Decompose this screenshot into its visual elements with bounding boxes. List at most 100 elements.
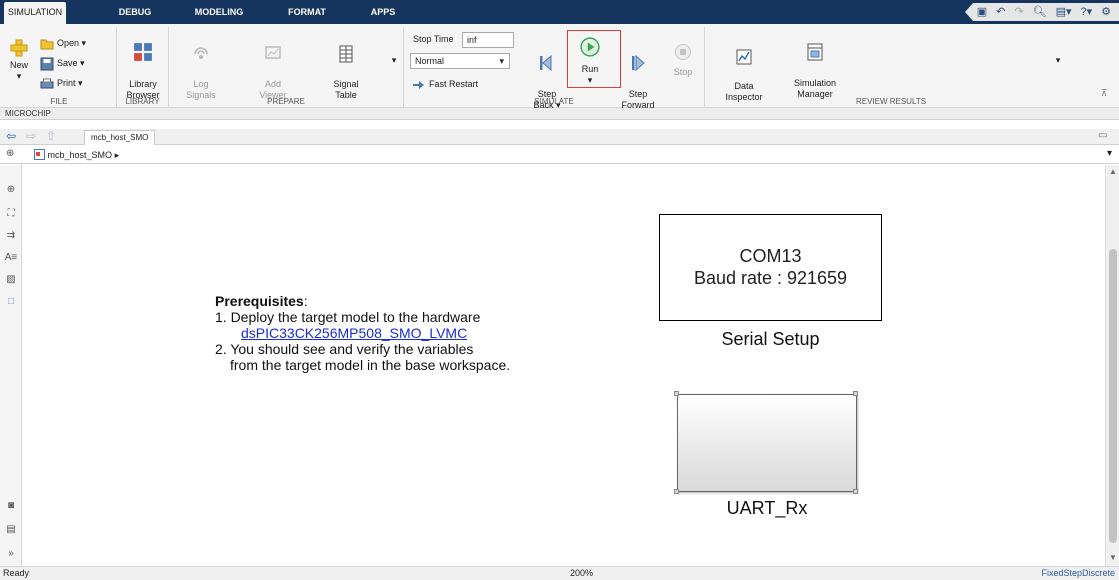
fast-restart-button[interactable]: Fast Restart	[412, 77, 478, 91]
data-inspector-button[interactable]: Data Inspector	[721, 37, 767, 103]
ribbon: New ▾ Open ▾ Save ▾ Print ▾ FILE Library …	[0, 24, 1119, 110]
arrow-direction-icon[interactable]: ⇉	[4, 229, 18, 243]
toolstrip-tab-bar: SIMULATION DEBUG MODELING FORMAT APPS ▣ …	[0, 0, 1119, 24]
group-label-simulate: SIMULATE	[534, 97, 574, 106]
fit-to-view-icon[interactable]: ⛶	[4, 207, 18, 221]
new-icon	[10, 39, 28, 57]
search-icon[interactable]: 🔍︎	[1033, 3, 1047, 21]
log-signals-icon	[194, 47, 208, 59]
save-icon	[40, 57, 54, 71]
property-inspector-icon[interactable]: ▤	[4, 523, 18, 537]
prerequisite-step-2: 2. You should see and verify the variabl…	[215, 341, 474, 357]
simulation-manager-button[interactable]: Simulation Manager	[787, 32, 843, 100]
group-simulate: Stop Time inf Normal ▾ Fast Restart Step…	[404, 27, 705, 110]
up-arrow-icon[interactable]: ⇧	[46, 129, 56, 144]
area-icon[interactable]: □	[4, 295, 18, 309]
model-icon	[34, 149, 45, 160]
log-signals-button[interactable]: Log Signals	[183, 34, 219, 101]
zoom-icon[interactable]: ⊕	[4, 183, 18, 197]
target-model-link[interactable]: dsPIC33CK256MP508_SMO_LVMC	[241, 325, 467, 341]
group-file: New ▾ Open ▾ Save ▾ Print ▾ FILE	[2, 27, 117, 107]
simulation-manager-icon	[807, 43, 823, 61]
baud-rate: Baud rate : 921659	[693, 268, 848, 288]
stop-time-input[interactable]: inf	[462, 32, 514, 48]
save-icon[interactable]: ▣	[977, 3, 987, 21]
quick-access-toolbar: ▣ ↶ ↷ 🔍︎ ▤▾ ?▾ ⚙	[964, 3, 1119, 21]
step-back-icon	[540, 54, 552, 72]
tab-apps[interactable]: APPS	[365, 0, 401, 24]
stop-icon	[675, 44, 691, 60]
microchip-toolbar: MICROCHIP	[0, 108, 1119, 120]
breadcrumb-bar: ⊕ mcb_host_SMO ▸ ▾	[0, 147, 1119, 164]
tab-debug[interactable]: DEBUG	[112, 0, 158, 24]
settings-icon[interactable]: ⚙	[1101, 3, 1111, 21]
print-icon	[40, 78, 54, 89]
new-button[interactable]: New ▾	[6, 39, 32, 82]
back-arrow-icon[interactable]: ⇦	[6, 129, 16, 144]
expand-palette-icon[interactable]: »	[4, 547, 18, 561]
group-library: Library Browser LIBRARY	[117, 27, 169, 107]
resize-handle[interactable]	[853, 391, 858, 396]
review-gallery-dropdown[interactable]: ▾	[1053, 55, 1063, 66]
canvas-palette: ⊕ ⛶ ⇉ A≡ ▨ □ ◙ ▤ »	[0, 165, 22, 566]
step-forward-icon	[632, 54, 645, 72]
simulation-mode-select[interactable]: Normal ▾	[410, 53, 510, 69]
resize-handle[interactable]	[853, 489, 858, 494]
serial-port: COM13	[739, 246, 802, 266]
stop-time-label: Stop Time	[413, 34, 454, 44]
undo-icon[interactable]: ↶	[996, 3, 1005, 21]
group-label-library: LIBRARY	[125, 97, 160, 106]
status-bar: Ready 200% FixedStepDiscrete	[0, 566, 1119, 580]
signal-table-button[interactable]: Signal Table	[326, 34, 366, 101]
breadcrumb-dropdown-icon[interactable]: ▾	[1107, 148, 1112, 159]
group-prepare: Log Signals Add Viewer Signal Table ▾ PR…	[169, 27, 404, 107]
group-label-prepare: PREPARE	[267, 97, 305, 106]
run-button-highlight	[567, 30, 621, 88]
redo-icon[interactable]: ↷	[1014, 3, 1023, 21]
vertical-scrollbar[interactable]: ▲ ▼	[1105, 165, 1119, 566]
resize-handle[interactable]	[674, 489, 679, 494]
solver-link[interactable]: FixedStepDiscrete	[1041, 567, 1115, 580]
serial-setup-label: Serial Setup	[721, 329, 820, 349]
group-label-file: FILE	[50, 97, 68, 106]
scrollbar-thumb[interactable]	[1109, 249, 1117, 543]
prerequisites-title: Prerequisites	[215, 293, 304, 309]
model-canvas[interactable]	[23, 165, 1105, 566]
tab-modeling[interactable]: MODELING	[188, 0, 250, 24]
annotation-icon[interactable]: A≡	[4, 251, 18, 265]
stop-button[interactable]: Stop	[669, 43, 697, 78]
data-inspector-icon	[736, 49, 752, 65]
breadcrumb: mcb_host_SMO ▸	[34, 148, 1110, 162]
tab-list-icon[interactable]: ▭	[1098, 130, 1107, 141]
forward-arrow-icon[interactable]: ⇨	[26, 129, 36, 144]
view-options-icon[interactable]: ▤▾	[1056, 3, 1072, 21]
scroll-up-icon[interactable]: ▲	[1109, 167, 1117, 176]
library-browser-button[interactable]: Library Browser	[120, 31, 166, 101]
table-icon	[339, 45, 353, 63]
breadcrumb-arrow-icon[interactable]: ▸	[115, 150, 120, 160]
add-viewer-button[interactable]: Add Viewer	[255, 34, 291, 101]
screenshot-icon[interactable]: ◙	[4, 499, 18, 513]
model-browser-toggle-icon[interactable]: ⊕	[6, 148, 14, 159]
resize-handle[interactable]	[674, 391, 679, 396]
image-icon[interactable]: ▨	[4, 273, 18, 287]
fast-restart-icon	[413, 80, 424, 89]
tab-simulation[interactable]: SIMULATION	[4, 2, 66, 24]
tab-model-mcb-host-smo[interactable]: mcb_host_SMO	[84, 130, 156, 145]
prepare-gallery-dropdown[interactable]: ▾	[389, 55, 399, 66]
breadcrumb-item-model[interactable]: mcb_host_SMO	[48, 150, 113, 160]
uart-rx-block[interactable]	[677, 394, 857, 492]
status-text: Ready	[3, 568, 30, 578]
open-button[interactable]: Open ▾	[40, 36, 86, 50]
tab-format[interactable]: FORMAT	[281, 0, 333, 24]
group-label-review-results: REVIEW RESULTS	[855, 97, 927, 106]
zoom-level: 200%	[570, 568, 594, 578]
scroll-down-icon[interactable]: ▼	[1109, 553, 1117, 562]
help-icon[interactable]: ?▾	[1080, 3, 1092, 21]
chevron-down-icon: ▾	[499, 56, 504, 66]
collapse-ribbon-icon[interactable]: ⊼	[1097, 88, 1111, 99]
serial-setup-block[interactable]: COM13 Baud rate : 921659	[659, 214, 882, 321]
prerequisite-step-1: 1. Deploy the target model to the hardwa…	[215, 309, 481, 325]
save-button[interactable]: Save ▾	[40, 56, 85, 71]
print-button[interactable]: Print ▾	[40, 76, 83, 90]
